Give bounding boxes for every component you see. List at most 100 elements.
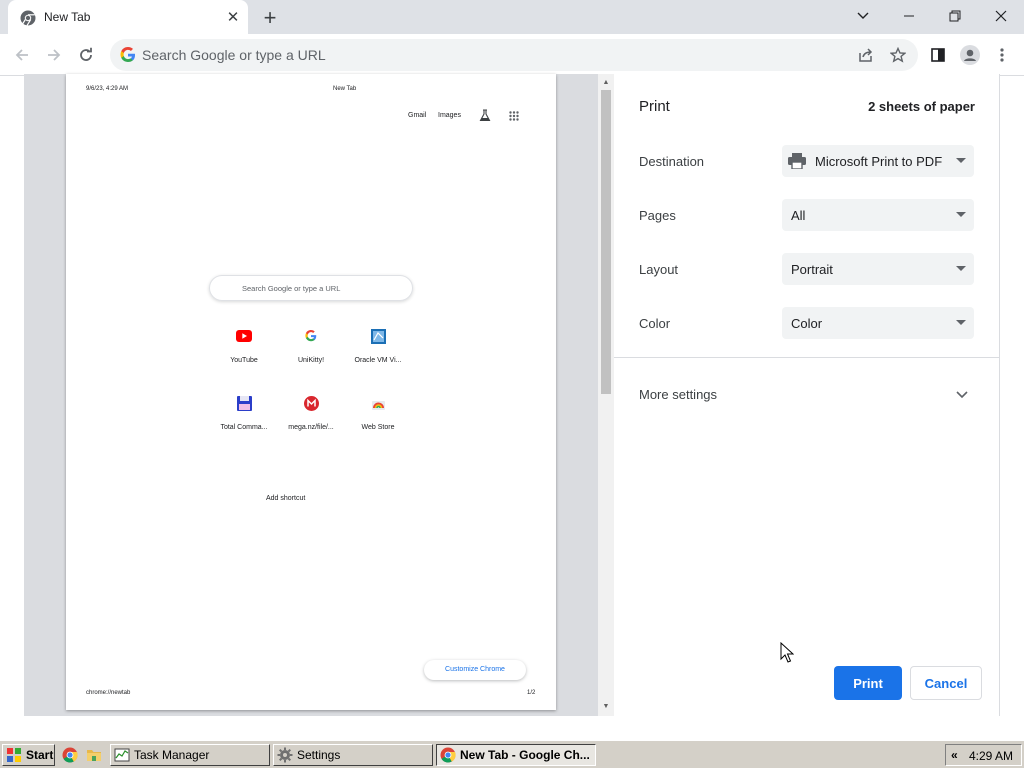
share-icon — [859, 48, 873, 62]
destination-value: Microsoft Print to PDF — [815, 154, 943, 169]
dropdown-caret-icon — [956, 266, 966, 271]
preview-search-placeholder: Search Google or type a URL — [242, 284, 341, 293]
color-value: Color — [791, 316, 823, 331]
labs-flask-icon — [479, 109, 491, 122]
shortcut-label: UniKitty! — [297, 357, 325, 364]
taskbar-item-label: New Tab - Google Ch... — [460, 748, 590, 762]
scrollbar-thumb[interactable] — [601, 90, 611, 394]
shortcut-label: Total Comma... — [220, 424, 268, 431]
reload-button[interactable] — [74, 43, 98, 67]
back-button[interactable] — [10, 43, 34, 67]
dropdown-caret-icon — [956, 158, 966, 163]
taskbar-item-task-manager[interactable]: Task Manager — [110, 744, 270, 766]
restore-button[interactable] — [932, 0, 978, 32]
chrome-icon — [20, 10, 36, 26]
scroll-down-arrow-icon[interactable]: ▼ — [601, 701, 611, 711]
shortcut-tile: Total Comma... — [211, 395, 277, 431]
minimize-icon — [904, 15, 914, 17]
layout-label: Layout — [639, 262, 679, 277]
address-bar[interactable]: Search Google or type a URL — [110, 39, 918, 71]
taskbar-item-chrome[interactable]: New Tab - Google Ch... — [436, 744, 596, 766]
settings-divider — [614, 357, 1000, 358]
color-select[interactable]: Color — [782, 307, 974, 339]
omnibox-placeholder: Search Google or type a URL — [142, 47, 326, 63]
chrome-icon[interactable] — [62, 747, 78, 763]
floppy-icon — [236, 395, 252, 411]
system-tray: « 4:29 AM — [945, 744, 1022, 766]
taskbar-item-settings[interactable]: Settings — [273, 744, 433, 766]
more-settings-toggle[interactable]: More settings — [639, 387, 717, 402]
mega-icon — [303, 395, 319, 411]
print-button[interactable]: Print — [834, 666, 902, 700]
taskbar-item-label: Settings — [297, 748, 341, 762]
shortcut-label: mega.nz/file/... — [288, 424, 334, 431]
pages-value: All — [791, 208, 806, 223]
taskbar: Start Task Manager Settings New Tab - Go… — [0, 740, 1024, 768]
customize-chrome-pill: Customize Chrome — [424, 660, 526, 680]
close-icon — [995, 10, 1007, 22]
more-vert-icon — [1000, 48, 1004, 62]
browser-toolbar: Search Google or type a URL — [0, 34, 1024, 76]
profile-icon — [960, 45, 980, 65]
page-header-title: New Tab — [333, 86, 357, 92]
shortcut-label: Oracle VM Vi... — [354, 357, 402, 364]
dropdown-caret-icon — [956, 320, 966, 325]
shortcut-tile: Oracle VM Vi... — [345, 328, 411, 364]
side-panel-icon — [931, 48, 945, 62]
star-icon — [890, 47, 906, 63]
forward-button[interactable] — [42, 43, 66, 67]
page-footer-number: 1/2 — [527, 690, 536, 696]
sheet-count: 2 sheets of paper — [868, 99, 975, 114]
color-label: Color — [639, 316, 671, 331]
chevron-down-icon[interactable] — [954, 387, 970, 403]
mouse-cursor-icon — [780, 642, 794, 663]
print-preview-area: 9/6/23, 4:29 AM New Tab Gmail Images Sea… — [24, 74, 614, 716]
tab-strip: New Tab ✕ + — [0, 0, 1024, 34]
folder-icon[interactable] — [86, 747, 102, 763]
destination-select[interactable]: Microsoft Print to PDF — [782, 145, 974, 177]
taskbar-item-label: Task Manager — [134, 748, 210, 762]
tab-search-button[interactable] — [840, 0, 886, 32]
start-label: Start — [26, 748, 54, 762]
side-panel-button[interactable] — [926, 43, 950, 67]
print-settings-panel: Print 2 sheets of paper Destination Micr… — [614, 74, 1000, 716]
webstore-icon — [370, 395, 386, 411]
shortcut-tile: YouTube — [211, 328, 277, 364]
customize-chrome-label: Customize Chrome — [445, 666, 505, 673]
layout-select[interactable]: Portrait — [782, 253, 974, 285]
gmail-link: Gmail — [408, 112, 427, 119]
windows-logo-icon — [7, 748, 21, 762]
google-icon — [303, 328, 319, 344]
chevron-down-icon — [857, 12, 869, 19]
shortcut-tile: Web Store — [345, 395, 411, 431]
tab-new-tab[interactable]: New Tab ✕ — [8, 0, 248, 34]
profile-button[interactable] — [958, 43, 982, 67]
pages-select[interactable]: All — [782, 199, 974, 231]
pages-label: Pages — [639, 208, 676, 223]
destination-label: Destination — [639, 154, 705, 169]
new-tab-button[interactable]: + — [258, 6, 282, 30]
close-tab-icon[interactable]: ✕ — [224, 8, 242, 26]
shortcut-tile: UniKitty! — [278, 328, 344, 364]
cancel-button[interactable]: Cancel — [910, 666, 982, 700]
dropdown-caret-icon — [956, 212, 966, 217]
google-icon — [120, 47, 135, 62]
start-button[interactable]: Start — [2, 744, 55, 766]
minimize-button[interactable] — [886, 0, 932, 32]
shortcut-label: YouTube — [230, 357, 258, 364]
restore-icon — [949, 10, 961, 22]
shortcut-tile: mega.nz/file/... — [278, 395, 344, 431]
virtualbox-icon — [370, 328, 386, 344]
page-header-datetime: 9/6/23, 4:29 AM — [86, 86, 129, 92]
close-window-button[interactable] — [978, 0, 1024, 32]
layout-value: Portrait — [791, 262, 833, 277]
add-shortcut-label: Add shortcut — [266, 495, 306, 502]
tray-expand-icon[interactable]: « — [951, 748, 958, 762]
menu-button[interactable] — [990, 43, 1014, 67]
preview-scrollbar[interactable]: ▲ ▼ — [598, 74, 614, 716]
apps-grid-icon — [509, 111, 519, 121]
share-button[interactable] — [854, 43, 878, 67]
bookmark-button[interactable] — [886, 43, 910, 67]
printer-icon — [788, 153, 806, 169]
scroll-up-arrow-icon[interactable]: ▲ — [601, 77, 611, 87]
